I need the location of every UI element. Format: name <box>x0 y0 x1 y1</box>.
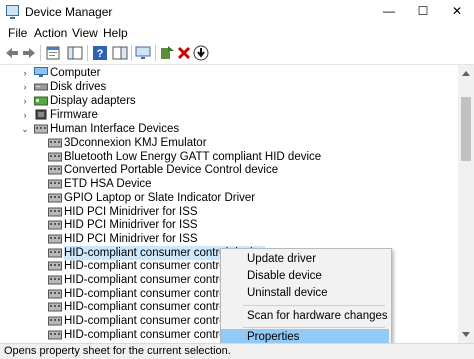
hid-device-label: HID PCI Minidriver for ISS <box>64 232 198 245</box>
maximize-button[interactable]: ☐ <box>406 0 440 23</box>
hid-device-row[interactable]: Converted Portable Device Control device <box>0 163 458 177</box>
hid-device-row[interactable]: HID PCI Minidriver for ISS <box>0 205 458 219</box>
hid-device-label: GPIO Laptop or Slate Indicator Driver <box>64 191 256 204</box>
menu-uninstall-device[interactable]: Uninstall device <box>221 285 389 303</box>
device-manager-app-icon <box>6 5 19 19</box>
hid-device-label: Bluetooth Low Energy GATT compliant HID … <box>64 150 322 163</box>
hid-device-label: HID PCI Minidriver for ISS <box>64 219 198 232</box>
hid-device-row[interactable]: ETD HSA Device <box>0 177 458 191</box>
show-hide-console-tree-icon[interactable] <box>67 45 83 61</box>
disk-drive-icon <box>34 83 48 91</box>
properties-icon[interactable] <box>45 45 61 61</box>
menu-item-label: Update driver <box>247 253 317 265</box>
tree-category-disk-drives[interactable]: › Disk drives <box>0 80 458 94</box>
computer-icon <box>34 67 48 77</box>
hid-device-label: HID PCI Minidriver for ISS <box>64 205 198 218</box>
computer-monitor-icon[interactable] <box>135 45 151 61</box>
tree-category-firmware[interactable]: › Firmware <box>0 108 458 122</box>
back-arrow-icon[interactable] <box>4 45 20 61</box>
download-icon[interactable] <box>193 45 209 61</box>
forward-arrow-icon[interactable] <box>21 45 37 61</box>
hid-device-icon <box>48 234 62 244</box>
toolbar-separator <box>87 45 88 61</box>
svg-text:?: ? <box>97 48 104 60</box>
toolbar-separator <box>131 45 132 61</box>
chevron-right-icon[interactable]: › <box>20 80 30 94</box>
scroll-down-arrow-icon[interactable] <box>462 332 470 337</box>
firmware-icon <box>35 109 47 120</box>
hid-device-icon <box>48 207 62 216</box>
hid-device-icon <box>48 316 62 326</box>
hid-device-icon <box>48 330 62 340</box>
toolbar-separator <box>155 45 156 61</box>
chevron-right-icon[interactable]: › <box>20 66 30 80</box>
tree-label: Display adapters <box>50 95 136 107</box>
menu-disable-device[interactable]: Disable device <box>221 268 389 286</box>
chevron-down-icon[interactable]: ⌄ <box>20 122 30 136</box>
menu-scan-hardware-changes[interactable]: Scan for hardware changes <box>221 308 389 326</box>
hid-device-icon <box>48 220 62 230</box>
menu-separator <box>243 305 385 306</box>
close-button[interactable]: ✕ <box>440 0 474 23</box>
hid-device-row[interactable]: 3Dconnexion KMJ Emulator <box>0 136 458 150</box>
hid-device-row[interactable]: HID PCI Minidriver for ISS <box>0 232 458 246</box>
action-pane-icon[interactable] <box>112 45 128 61</box>
menu-item-label: Properties <box>247 331 300 343</box>
chevron-right-icon[interactable]: › <box>20 108 30 122</box>
scroll-up-arrow-icon[interactable] <box>462 71 470 76</box>
tree-category-human-interface-devices[interactable]: ⌄ Human Interface Devices <box>0 122 458 136</box>
display-adapter-icon <box>34 96 48 106</box>
menu-file[interactable]: File <box>8 26 27 40</box>
menu-action[interactable]: Action <box>34 26 67 40</box>
hid-icon <box>34 124 48 134</box>
tree-category-computer[interactable]: › Computer <box>0 66 458 80</box>
hid-device-icon <box>48 152 62 162</box>
update-driver-icon[interactable] <box>159 45 175 61</box>
hid-device-icon <box>48 179 62 189</box>
hid-device-icon <box>48 275 62 285</box>
menu-bar: File Action View Help <box>0 24 474 42</box>
hid-device-icon <box>48 289 62 299</box>
menu-view[interactable]: View <box>72 26 98 40</box>
hid-device-icon <box>48 248 62 258</box>
hid-device-icon <box>48 261 62 271</box>
menu-item-label: Scan for hardware changes <box>247 310 388 322</box>
hid-device-label: 3Dconnexion KMJ Emulator <box>64 137 207 149</box>
tree-label: Firmware <box>50 109 98 121</box>
menu-item-label: Disable device <box>247 270 322 282</box>
minimize-button[interactable]: — <box>372 0 406 23</box>
tree-label: Disk drives <box>50 81 107 93</box>
uninstall-icon[interactable] <box>176 45 192 61</box>
hid-device-row[interactable]: GPIO Laptop or Slate Indicator Driver <box>0 191 458 205</box>
tree-label: Computer <box>50 67 101 79</box>
title-bar: Device Manager — ☐ ✕ <box>0 0 474 23</box>
help-icon[interactable]: ? <box>92 45 108 61</box>
tree-label: Human Interface Devices <box>50 123 180 135</box>
hid-device-row[interactable]: HID PCI Minidriver for ISS <box>0 218 458 232</box>
toolbar-separator <box>40 45 41 61</box>
hid-device-icon <box>48 138 62 148</box>
menu-update-driver[interactable]: Update driver <box>221 251 389 269</box>
window-title: Device Manager <box>25 5 113 19</box>
toolbar: ? <box>0 42 474 65</box>
menu-item-label: Uninstall device <box>247 287 328 299</box>
menu-separator <box>243 327 385 328</box>
status-text: Opens property sheet for the current sel… <box>4 345 231 357</box>
context-menu: Update driver Disable device Uninstall d… <box>220 248 392 350</box>
hid-device-label: Converted Portable Device Control device <box>64 164 279 177</box>
tree-category-display-adapters[interactable]: › Display adapters <box>0 94 458 108</box>
status-bar: Opens property sheet for the current sel… <box>0 343 474 359</box>
chevron-right-icon[interactable]: › <box>20 94 30 108</box>
hid-device-label: ETD HSA Device <box>64 178 152 191</box>
hid-device-icon <box>48 302 62 312</box>
vertical-scrollbar[interactable] <box>458 65 474 343</box>
scrollbar-thumb[interactable] <box>461 97 471 161</box>
hid-device-icon <box>48 193 62 203</box>
hid-device-icon <box>48 165 62 175</box>
hid-device-row[interactable]: Bluetooth Low Energy GATT compliant HID … <box>0 150 458 164</box>
menu-help[interactable]: Help <box>103 26 128 40</box>
